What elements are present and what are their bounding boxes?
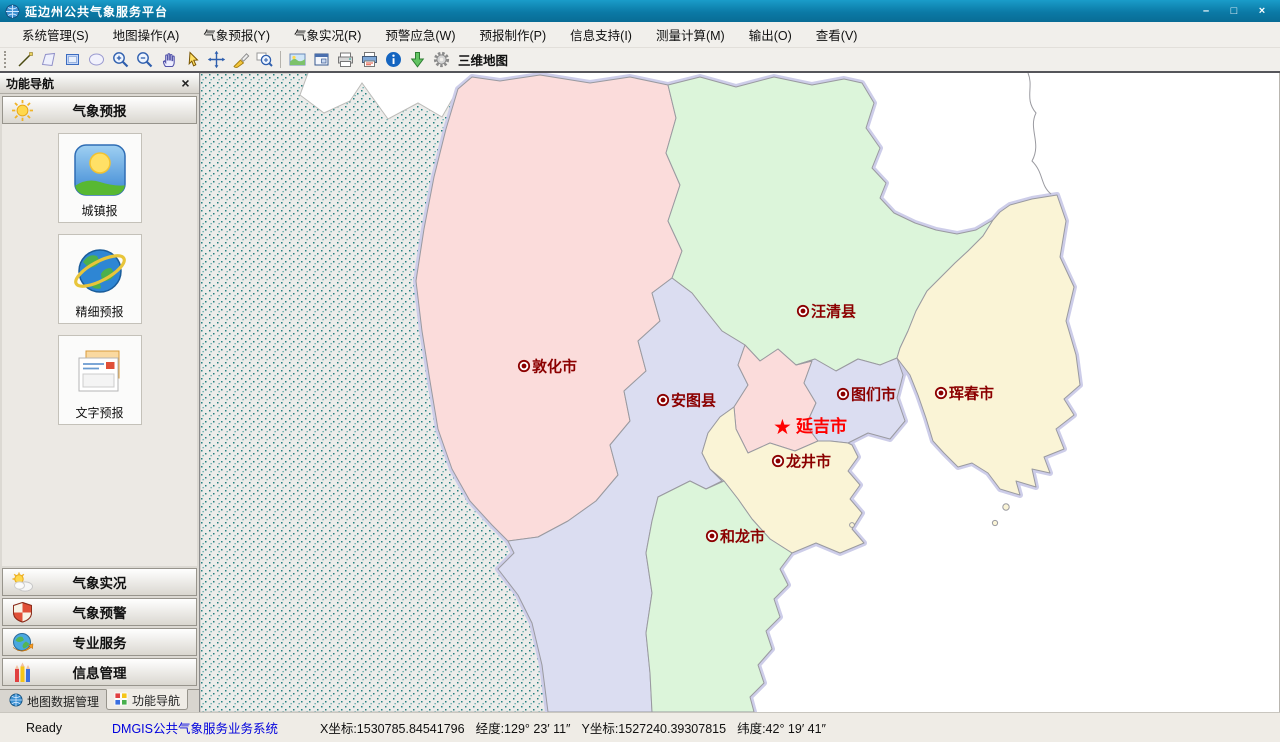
sidebar-tabs: 地图数据管理 功能导航 [0, 689, 199, 712]
gear-tool-icon[interactable] [429, 49, 453, 70]
select-arrow-tool-icon[interactable] [180, 49, 204, 70]
section-weather-warning[interactable]: 气象预警 [2, 598, 197, 626]
status-bar: Ready DMGIS公共气象服务业务系统 X坐标:1530785.845417… [0, 712, 1280, 742]
menu-view[interactable]: 查看(V) [804, 21, 870, 48]
print-color-tool-icon[interactable] [357, 49, 381, 70]
tab-map-data-management[interactable]: 地图数据管理 [2, 690, 106, 711]
map-canvas[interactable]: 敦化市 汪清县安图县 图们市 珲春市 ★延吉市龙井市和龙市 [200, 73, 1280, 712]
polygon-tool-icon[interactable] [36, 49, 60, 70]
app-window: 延边州公共气象服务平台 – □ × 系统管理(S) 地图操作(A) 气象预报(Y… [0, 0, 1280, 742]
menu-output[interactable]: 输出(O) [737, 21, 804, 48]
menu-system[interactable]: 系统管理(S) [10, 21, 101, 48]
shield-icon [11, 601, 34, 624]
text-forecast-icon [71, 343, 129, 401]
capital-city-label: ★延吉市 [773, 416, 847, 439]
zoom-extent-tool-icon[interactable] [252, 49, 276, 70]
nav-button-label: 城镇报 [81, 202, 117, 219]
map-image-tool-icon[interactable] [285, 49, 309, 70]
line-tool-icon[interactable] [12, 49, 36, 70]
section-weather-live[interactable]: 气象实况 [2, 568, 197, 596]
menu-forecast-make[interactable]: 预报制作(P) [468, 21, 559, 48]
svg-text:和龙市: 和龙市 [720, 528, 765, 546]
app-globe-icon [5, 4, 20, 19]
menu-bar: 系统管理(S) 地图操作(A) 气象预报(Y) 气象实况(R) 预警应急(W) … [0, 22, 1280, 48]
tab-label: 功能导航 [132, 692, 180, 709]
down-arrow-tool-icon[interactable] [405, 49, 429, 70]
menu-info-support[interactable]: 信息支持(I) [558, 21, 644, 48]
toolbar: 三维地图 [0, 48, 1280, 73]
sidebar-panel-header: 功能导航 × [0, 73, 199, 94]
toolbar-grip [4, 51, 8, 68]
svg-text:图们市: 图们市 [851, 386, 896, 404]
move-tool-icon[interactable] [204, 49, 228, 70]
forecast-button-panel: 城镇报 精细预报 [2, 124, 197, 566]
svg-text:龙井市: 龙井市 [785, 453, 831, 471]
section-info-management[interactable]: 信息管理 [2, 658, 197, 686]
rectangle-tool-icon[interactable] [60, 49, 84, 70]
svg-text:珲春市: 珲春市 [949, 385, 994, 403]
svg-text:汪清县: 汪清县 [811, 303, 856, 321]
globe-icon [9, 693, 23, 710]
svg-text:敦化市: 敦化市 [532, 358, 577, 376]
zoom-in-tool-icon[interactable] [108, 49, 132, 70]
pan-tool-icon[interactable] [156, 49, 180, 70]
menu-warning[interactable]: 预警应急(W) [373, 21, 467, 48]
sun-icon [11, 99, 34, 122]
window-title: 延边州公共气象服务平台 [25, 3, 1193, 20]
svg-text:延吉市: 延吉市 [795, 416, 847, 436]
tab-function-nav[interactable]: 功能导航 [106, 689, 188, 710]
sidebar-close-icon[interactable]: × [178, 77, 193, 89]
status-longitude: 经度:129° 23′ 11″ [476, 718, 571, 737]
minimize-button[interactable]: – [1193, 3, 1219, 19]
window-grid-icon [114, 692, 128, 709]
menu-forecast[interactable]: 气象预报(Y) [191, 21, 282, 48]
town-forecast-icon [71, 141, 129, 199]
maximize-button[interactable]: □ [1221, 3, 1247, 19]
toolbar-separator [280, 51, 281, 68]
status-x-coord: X坐标:1530785.84541796 [320, 718, 465, 737]
pencils-icon [11, 661, 34, 684]
nav-button-label: 精细预报 [75, 303, 123, 320]
menu-map-ops[interactable]: 地图操作(A) [101, 21, 192, 48]
sidebar-function-nav: 功能导航 × 气象预报 [0, 73, 200, 712]
svg-text:安图县: 安图县 [671, 392, 716, 410]
globe-arrow-icon [11, 631, 34, 654]
menu-weather-live[interactable]: 气象实况(R) [282, 21, 373, 48]
brush-tool-icon[interactable] [228, 49, 252, 70]
map3d-button[interactable]: 三维地图 [458, 50, 508, 69]
section-professional-service[interactable]: 专业服务 [2, 628, 197, 656]
zoom-out-tool-icon[interactable] [132, 49, 156, 70]
sidebar-panel-title: 功能导航 [6, 75, 54, 92]
menu-measure[interactable]: 测量计算(M) [644, 21, 737, 48]
ellipse-tool-icon[interactable] [84, 49, 108, 70]
printer-tool-icon[interactable] [333, 49, 357, 70]
window-tool-icon[interactable] [309, 49, 333, 70]
close-button[interactable]: × [1249, 3, 1275, 19]
text-forecast-button[interactable]: 文字预报 [58, 335, 142, 425]
info-tool-icon[interactable] [381, 49, 405, 70]
status-system-name: DMGIS公共气象服务业务系统 [112, 718, 320, 737]
sun-cloud-icon [11, 571, 34, 594]
fine-forecast-button[interactable]: 精细预报 [58, 234, 142, 324]
capital-star-icon: ★ [773, 416, 792, 439]
town-forecast-button[interactable]: 城镇报 [58, 133, 142, 223]
fine-forecast-icon [71, 242, 129, 300]
status-ready: Ready [26, 721, 112, 735]
status-y-coord: Y坐标:1527240.39307815 [582, 718, 727, 737]
status-latitude: 纬度:42° 19′ 41″ [737, 718, 826, 737]
section-weather-forecast[interactable]: 气象预报 [2, 96, 197, 124]
status-coordinates: X坐标:1530785.84541796 经度:129° 23′ 11″ Y坐标… [320, 718, 826, 737]
nav-button-label: 文字预报 [75, 404, 123, 421]
tab-label: 地图数据管理 [27, 693, 99, 710]
title-bar: 延边州公共气象服务平台 – □ × [0, 0, 1280, 22]
